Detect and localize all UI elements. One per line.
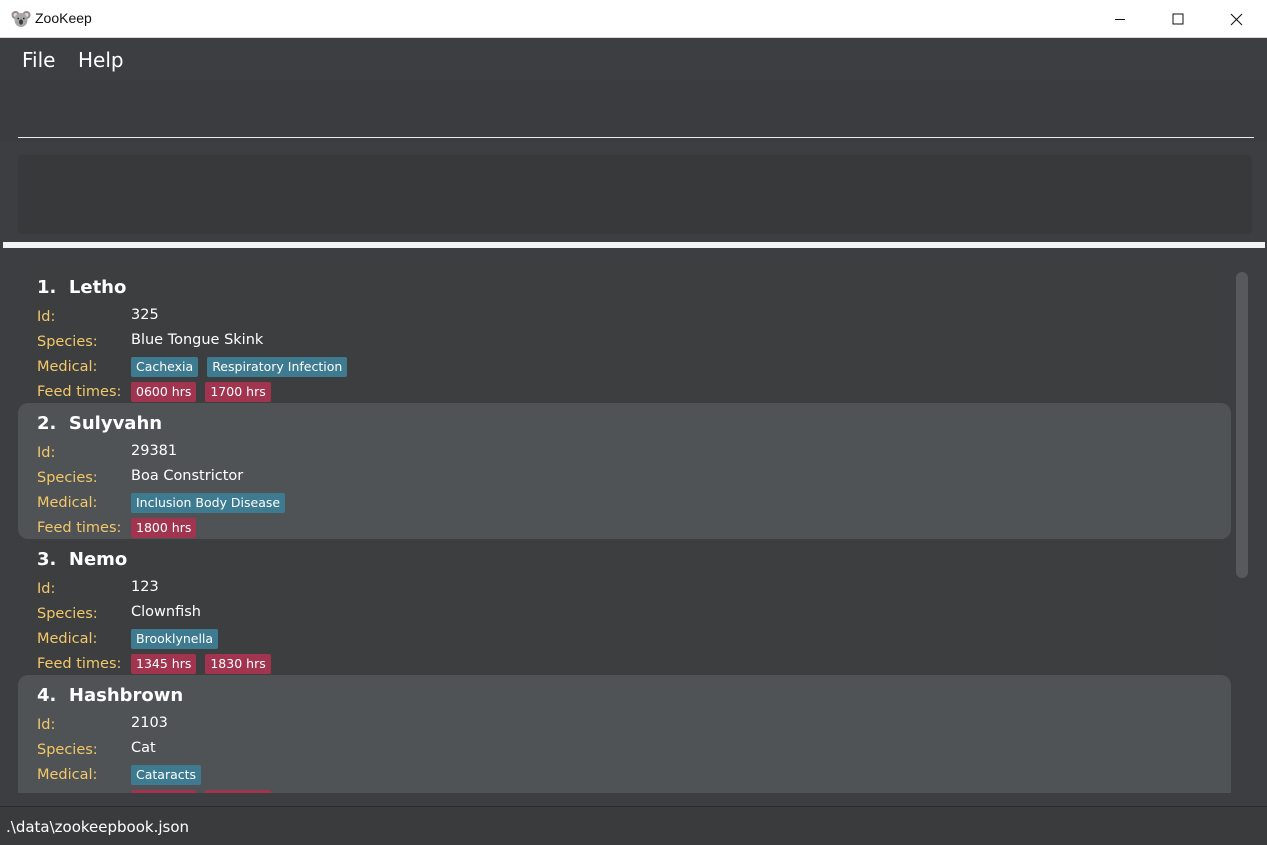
title-bar: ZooKeep	[0, 0, 1267, 38]
command-box	[0, 80, 1267, 142]
id-label: Id:	[37, 581, 56, 597]
feed-times-label: Feed times:	[37, 792, 121, 793]
id-value: 29381	[131, 443, 178, 459]
species-value: Cat	[131, 740, 156, 756]
medical-tag: Brooklynella	[131, 629, 219, 649]
feed-time-tag: 1800 hrs	[131, 518, 197, 538]
id-value: 325	[131, 307, 159, 323]
medical-label: Medical:	[37, 767, 98, 783]
medical-label: Medical:	[37, 631, 98, 647]
window-title: ZooKeep	[35, 10, 92, 26]
feed-time-tag: 1200 hrs	[131, 790, 197, 793]
command-input[interactable]	[18, 96, 1254, 138]
feed-time-tags: 0600 hrs 1700 hrs	[131, 382, 271, 402]
medical-label: Medical:	[37, 359, 98, 375]
feed-time-tag: 1830 hrs	[205, 654, 271, 674]
medical-tags: Inclusion Body Disease	[131, 493, 286, 513]
feed-times-label: Feed times:	[37, 384, 122, 400]
menu-bar: File Help	[0, 38, 1267, 80]
animal-name: 2. Sulyvahn	[37, 413, 163, 434]
animal-card[interactable]: 2. Sulyvahn Id: 29381 Species: Boa Constrict…	[18, 403, 1231, 539]
animal-card[interactable]: 1. Letho Id: 325 Species: Blue Tongue Skink M…	[18, 267, 1231, 403]
id-label: Id:	[37, 309, 56, 325]
id-value: 123	[131, 579, 159, 595]
animal-list[interactable]: 1. Letho Id: 325 Species: Blue Tongue Skink M…	[3, 250, 1265, 793]
feed-time-tags: 1800 hrs	[131, 518, 197, 538]
animal-name: 3. Nemo	[37, 549, 128, 570]
status-bar: .\data\zookeepbook.json	[0, 806, 1267, 845]
minimize-button[interactable]	[1091, 0, 1149, 38]
feed-times-label: Feed times:	[37, 520, 122, 536]
animal-name: 4. Hashbrown	[37, 685, 184, 706]
feed-times-label: Feed times:	[37, 656, 122, 672]
animal-card[interactable]: 4. Hashbrown Id: 2103 Species: Cat Medical: Ca…	[18, 675, 1231, 793]
split-divider[interactable]	[3, 242, 1265, 248]
species-value: Blue Tongue Skink	[131, 332, 264, 348]
id-label: Id:	[37, 445, 56, 461]
feed-time-tags: 1200 hrs 1900 hrs	[131, 790, 271, 793]
id-label: Id:	[37, 717, 56, 733]
koala-icon	[11, 9, 31, 29]
result-display[interactable]	[18, 155, 1252, 234]
species-value: Boa Constrictor	[131, 468, 244, 484]
menu-file[interactable]: File	[22, 48, 55, 72]
feed-time-tag: 0600 hrs	[131, 382, 197, 402]
feed-time-tag: 1900 hrs	[205, 790, 271, 793]
species-label: Species:	[37, 606, 98, 622]
menu-help[interactable]: Help	[78, 48, 124, 72]
medical-tags: Cataracts	[131, 765, 202, 785]
medical-tag: Inclusion Body Disease	[131, 493, 286, 513]
scrollbar-thumb[interactable]	[1236, 272, 1248, 578]
close-button[interactable]	[1207, 0, 1265, 38]
close-icon	[1230, 13, 1242, 25]
species-label: Species:	[37, 470, 98, 486]
feed-time-tag: 1345 hrs	[131, 654, 197, 674]
medical-tags: Brooklynella	[131, 629, 219, 649]
maximize-icon	[1172, 13, 1184, 25]
medical-tag: Cataracts	[131, 765, 202, 785]
minimize-icon	[1115, 19, 1125, 20]
feed-time-tag: 1700 hrs	[205, 382, 271, 402]
id-value: 2103	[131, 715, 168, 731]
medical-tag: Respiratory Infection	[207, 357, 348, 377]
maximize-button[interactable]	[1149, 0, 1207, 38]
animal-name: 1. Letho	[37, 277, 127, 298]
medical-tags: Cachexia Respiratory Infection	[131, 357, 348, 377]
species-value: Clownfish	[131, 604, 201, 620]
feed-time-tags: 1345 hrs 1830 hrs	[131, 654, 271, 674]
species-label: Species:	[37, 334, 98, 350]
medical-tag: Cachexia	[131, 357, 199, 377]
save-file-path: .\data\zookeepbook.json	[6, 818, 190, 836]
species-label: Species:	[37, 742, 98, 758]
animal-card[interactable]: 3. Nemo Id: 123 Species: Clownfish Medical: Br…	[18, 539, 1231, 675]
medical-label: Medical:	[37, 495, 98, 511]
